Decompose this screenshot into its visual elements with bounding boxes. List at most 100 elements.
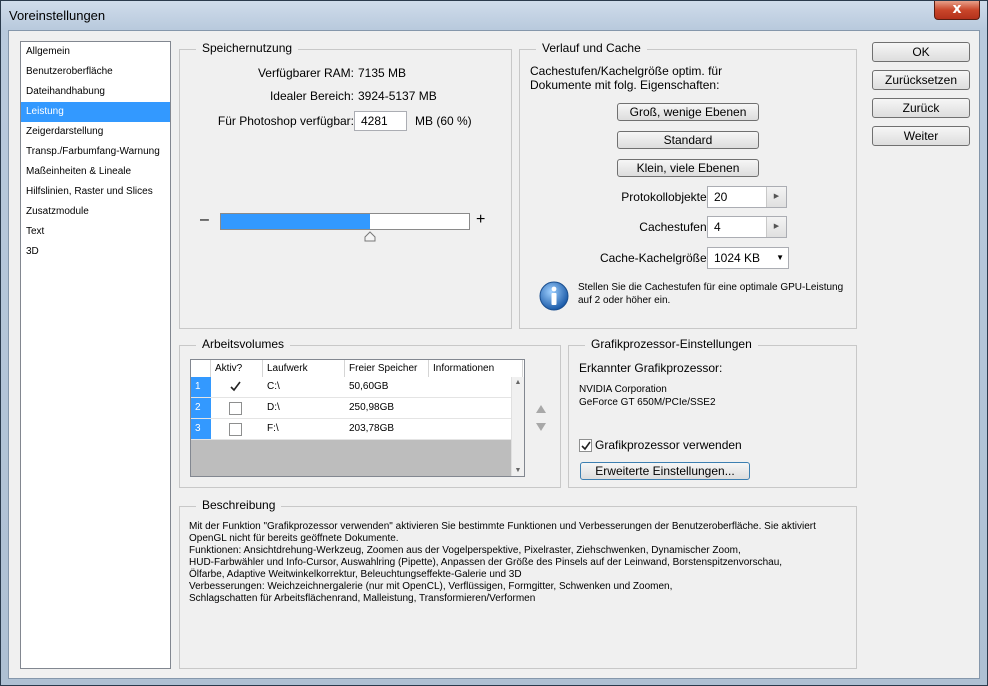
cache-description-line1: Cachestufen/Kachelgröße optim. für [530, 64, 723, 78]
description-line: HUD-Farbwähler und Info-Cursor, Auswahlr… [189, 557, 783, 568]
sidebar-item-text[interactable]: Text [21, 222, 170, 242]
photoshop-memory-input[interactable]: 4281 [354, 111, 407, 131]
sidebar-item-transparenz[interactable]: Transp./Farbumfang-Warnung [21, 142, 170, 162]
move-down-icon[interactable] [534, 421, 548, 433]
cache-description-line2: Dokumente mit folg. Eigenschaften: [530, 78, 720, 92]
description-line: Ölfarbe, Adaptive Weitwinkelkorrektur, B… [189, 569, 522, 580]
next-button[interactable]: Weiter [872, 126, 970, 146]
gpu-vendor: NVIDIA Corporation [579, 384, 667, 395]
history-states-label: Protokollobjekte: [621, 190, 710, 204]
table-row[interactable]: 2 D:\ 250,98GB [191, 398, 511, 419]
history-states-value: 20 [714, 190, 728, 204]
history-states-spin[interactable]: ▶ [766, 187, 786, 207]
description-line: OpenGL nicht für bereits geöffnete Dokum… [189, 533, 399, 544]
small-many-layers-button[interactable]: Klein, viele Ebenen [617, 159, 759, 177]
info-icon [539, 281, 569, 311]
scratch-disks-legend: Arbeitsvolumes [196, 337, 291, 351]
scratch-disks-table: Aktiv? Laufwerk Freier Speicher Informat… [190, 359, 525, 477]
table-row[interactable]: 3 F:\ 203,78GB [191, 419, 511, 440]
drive-cell: F:\ [267, 423, 279, 434]
reset-button[interactable]: Zurücksetzen [872, 70, 970, 90]
move-up-icon[interactable] [534, 403, 548, 415]
history-cache-legend: Verlauf und Cache [536, 41, 647, 55]
ok-button[interactable]: OK [872, 42, 970, 62]
sidebar-item-3d[interactable]: 3D [21, 242, 170, 262]
title-bar[interactable]: Voreinstellungen x [1, 1, 987, 29]
close-button[interactable]: x [934, 1, 980, 20]
scroll-up-icon[interactable]: ▲ [512, 379, 524, 386]
scratch-disks-group: Arbeitsvolumes Aktiv? Laufwerk Freier Sp… [179, 337, 561, 488]
description-line: Verbesserungen: Weichzeichnergalerie (nu… [189, 581, 673, 592]
history-states-field[interactable]: 20 ▶ [707, 186, 787, 208]
cache-levels-label: Cachestufen: [639, 220, 710, 234]
photoshop-available-label: Für Photoshop verfügbar: [217, 114, 354, 128]
description-line: Schlagschatten für Arbeitsflächenrand, M… [189, 593, 536, 604]
free-space-cell: 250,98GB [349, 402, 395, 413]
memory-usage-group: Speichernutzung Verfügbarer RAM: 7135 MB… [179, 41, 512, 329]
sidebar-item-dateihandhabung[interactable]: Dateihandhabung [21, 82, 170, 102]
drive-cell: C:\ [267, 381, 280, 392]
description-text: Mit der Funktion "Grafikprozessor verwen… [189, 521, 816, 605]
cache-tile-size-label: Cache-Kachelgröße: [599, 251, 710, 265]
detected-gpu-label: Erkannter Grafikprozessor: [579, 361, 723, 375]
sidebar-item-allgemein[interactable]: Allgemein [21, 42, 170, 62]
memory-slider-fill [221, 214, 370, 229]
back-button[interactable]: Zurück [872, 98, 970, 118]
header-information[interactable]: Informationen [429, 360, 523, 377]
history-cache-group: Verlauf und Cache Cachestufen/Kachelgröß… [519, 41, 857, 329]
cache-levels-field[interactable]: 4 ▶ [707, 216, 787, 238]
row-number: 3 [191, 419, 211, 439]
category-list: Allgemein Benutzeroberfläche Dateihandha… [20, 41, 171, 669]
plus-icon[interactable]: + [476, 211, 485, 229]
sidebar-item-zeigerdarstellung[interactable]: Zeigerdarstellung [21, 122, 170, 142]
description-line: Mit der Funktion "Grafikprozessor verwen… [189, 521, 816, 532]
drive-cell: D:\ [267, 402, 280, 413]
scroll-down-icon[interactable]: ▼ [512, 467, 524, 474]
use-gpu-label[interactable]: Grafikprozessor verwenden [595, 438, 742, 452]
table-scrollbar[interactable]: ▲ ▼ [511, 377, 524, 476]
description-group: Beschreibung Mit der Funktion "Grafikpro… [179, 498, 857, 669]
preferences-window: Voreinstellungen x Allgemein Benutzerobe… [0, 0, 988, 686]
header-num [191, 360, 211, 377]
row-number: 2 [191, 398, 211, 418]
table-row[interactable]: 1 C:\ 50,60GB [191, 377, 511, 398]
sidebar-item-zusatzmodule[interactable]: Zusatzmodule [21, 202, 170, 222]
active-checkbox[interactable] [229, 380, 242, 393]
cache-levels-spin[interactable]: ▶ [766, 217, 786, 237]
active-checkbox[interactable] [229, 423, 242, 436]
gpu-settings-legend: Grafikprozessor-Einstellungen [585, 337, 758, 351]
info-text-line2: auf 2 oder höher ein. [578, 295, 671, 306]
ram-value: 7135 MB [358, 66, 407, 80]
table-header: Aktiv? Laufwerk Freier Speicher Informat… [191, 360, 524, 378]
memory-slider[interactable] [220, 213, 470, 230]
chevron-down-icon: ▼ [776, 253, 784, 262]
cache-tile-size-value: 1024 KB [714, 251, 761, 265]
sidebar-item-benutzeroberflaeche[interactable]: Benutzeroberfläche [21, 62, 170, 82]
checkmark-icon [581, 441, 591, 451]
description-legend: Beschreibung [196, 498, 282, 512]
sidebar-item-masseinheiten[interactable]: Maßeinheiten & Lineale [21, 162, 170, 182]
sidebar-item-leistung[interactable]: Leistung [21, 102, 170, 122]
ram-label: Verfügbarer RAM: [257, 66, 354, 80]
standard-button[interactable]: Standard [617, 131, 759, 149]
chevron-right-icon: ▶ [773, 223, 780, 230]
header-drive[interactable]: Laufwerk [263, 360, 345, 377]
free-space-cell: 50,60GB [349, 381, 389, 392]
active-checkbox[interactable] [229, 402, 242, 415]
header-free-space[interactable]: Freier Speicher [345, 360, 429, 377]
info-text-line1: Stellen Sie die Cachestufen für eine opt… [578, 282, 844, 293]
memory-usage-legend: Speichernutzung [196, 41, 299, 55]
large-few-layers-button[interactable]: Groß, wenige Ebenen [617, 103, 759, 121]
gpu-settings-group: Grafikprozessor-Einstellungen Erkannter … [568, 337, 857, 488]
free-space-cell: 203,78GB [349, 423, 395, 434]
slider-thumb-icon[interactable] [364, 231, 376, 242]
cache-levels-value: 4 [714, 220, 721, 234]
minus-icon[interactable]: – [200, 211, 209, 229]
sidebar-item-hilfslinien[interactable]: Hilfslinien, Raster und Slices [21, 182, 170, 202]
header-active[interactable]: Aktiv? [211, 360, 263, 377]
ideal-range-label: Idealer Bereich: [269, 89, 354, 103]
cache-tile-size-select[interactable]: 1024 KB ▼ [707, 247, 789, 269]
photoshop-memory-unit: MB (60 %) [415, 114, 472, 128]
use-gpu-checkbox[interactable] [579, 439, 592, 452]
advanced-settings-button[interactable]: Erweiterte Einstellungen... [580, 462, 750, 480]
